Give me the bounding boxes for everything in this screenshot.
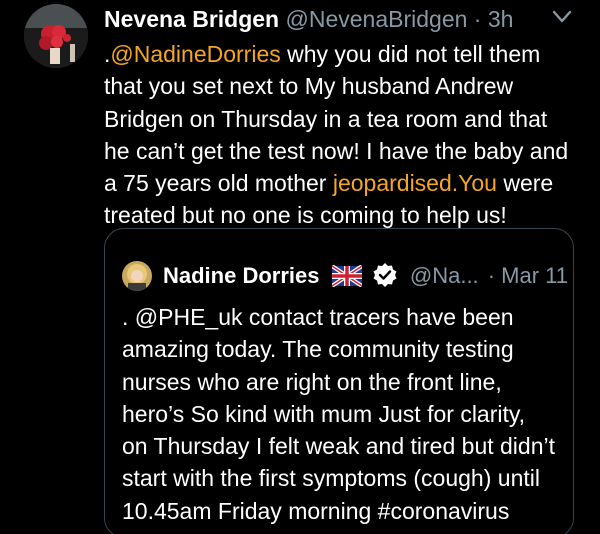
chevron-down-icon[interactable] [549,6,575,28]
tweet-text-line: he can’t get the test now! I have the ba… [104,135,584,167]
quoted-tweet-header: Nadine Dorries @Na... · Mar 11 [163,262,568,290]
tweet-text: .@NadineDorries why you did not tell the… [104,38,584,232]
quoted-author-avatar[interactable] [122,261,152,291]
quoted-tweet-text-line: start with the first symptoms (cough) un… [122,465,540,492]
author-avatar[interactable] [24,4,88,68]
header-separator: · [473,6,482,32]
tweet-text-line: that you set next to My husband Andrew [104,70,584,102]
tweet-header: Nevena Bridgen @NevenaBridgen · 3h [104,5,513,33]
text-link[interactable]: jeopardised.You [333,170,497,196]
tweet-text-segment: treated but no one is coming to help us! [104,202,507,229]
quoted-tweet-date: · Mar 11 [487,263,568,288]
tweet-text-line: .@NadineDorries why you did not tell the… [104,38,584,70]
author-handle[interactable]: @NevenaBridgen [286,6,468,32]
tweet-text-segment: a 75 years old mother [104,170,333,197]
quoted-tweet-text-line: amazing today. The community testing [122,336,514,363]
tweet-text-segment: that you set next to My husband Andrew [104,73,514,100]
verified-badge-icon [372,262,398,288]
quoted-author-name: Nadine Dorries [163,263,320,288]
tweet-text-segment: why you did not tell them [280,41,541,67]
quoted-tweet-text-line: 10.45am Friday morning #coronavirus [122,497,510,524]
mention-link[interactable]: @NadineDorries [110,41,280,67]
tweet-text-segment: Bridgen on Thursday in a tea room and th… [104,105,548,132]
quoted-tweet-text-line: nurses who are right on the front line, [122,368,502,395]
quoted-tweet-text: . @PHE_uk contact tracers have been amazi… [122,301,562,527]
tweet-text-line: a 75 years old mother jeopardised.You we… [104,167,584,199]
tweet-text-line: treated but no one is coming to help us! [104,199,584,231]
quoted-author-avatar-image [122,261,152,291]
quoted-tweet-text-line: on Thursday I felt weak and tired but di… [122,433,556,460]
uk-flag-icon [330,264,363,288]
tweet-text-segment: were [496,170,554,197]
author-avatar-image [24,4,88,68]
tweet-time[interactable]: 3h [488,6,514,32]
author-name[interactable]: Nevena Bridgen [104,6,279,32]
quoted-author-handle: @Na... [409,263,479,288]
quoted-tweet[interactable]: Nadine Dorries @Na... · Mar 11 . @PHE_uk… [104,228,574,534]
quoted-tweet-text-line: hero’s So kind with mum Just for clarity… [122,400,526,427]
tweet[interactable]: Nevena Bridgen @NevenaBridgen · 3h .@Nad… [0,0,600,534]
tweet-text-line: Bridgen on Thursday in a tea room and th… [104,103,584,135]
quoted-tweet-text-line: . @PHE_uk contact tracers have been [122,304,514,330]
tweet-text-segment: he can’t get the test now! I have the ba… [104,137,569,164]
